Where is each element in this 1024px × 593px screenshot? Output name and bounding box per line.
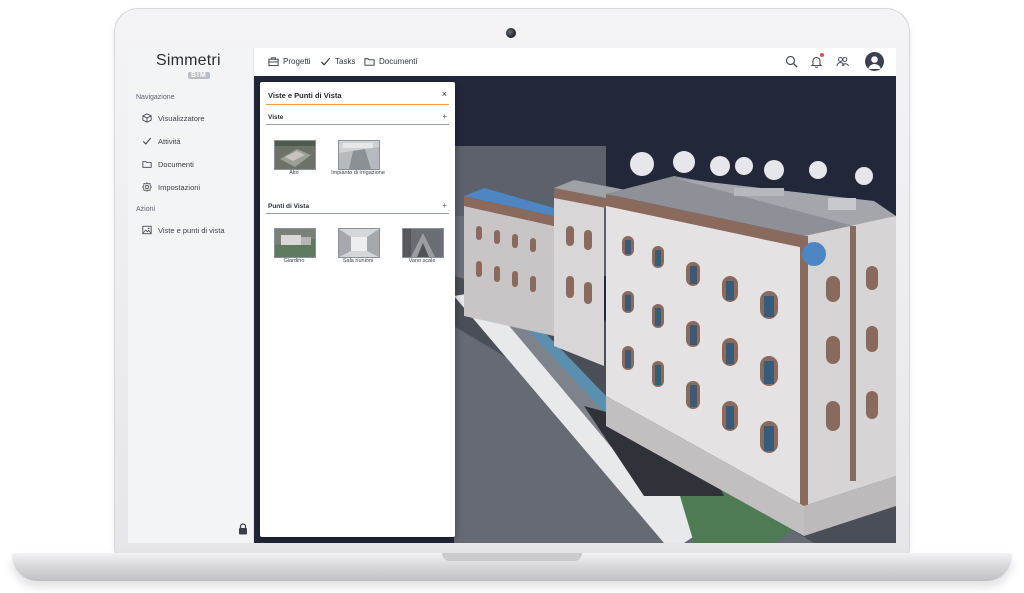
sidebar-item-label: Impostazioni <box>158 182 201 192</box>
check-icon <box>142 137 152 145</box>
logo-badge: BIM <box>188 72 210 79</box>
sidebar-item-attivita[interactable]: Attività <box>142 136 181 146</box>
sidebar-item-documenti[interactable]: Documenti <box>142 159 194 169</box>
briefcase-icon <box>268 57 279 67</box>
cube-icon <box>142 113 152 123</box>
section-navigation-label: Navigazione <box>136 94 175 101</box>
topbar-item-tasks[interactable]: Tasks <box>320 56 355 67</box>
sidebar-item-impostazioni[interactable]: Impostazioni <box>142 182 200 192</box>
sidebar-item-label: Documenti <box>158 159 194 169</box>
base-notch <box>442 553 582 561</box>
sidebar-item-label: Visualizzatore <box>158 113 205 123</box>
laptop-base <box>12 553 1012 581</box>
views-divider <box>266 124 449 125</box>
user-icon <box>868 56 881 69</box>
users-icon[interactable] <box>836 55 849 68</box>
view-thumbnail-alto[interactable] <box>274 140 316 170</box>
lock-icon[interactable] <box>238 523 248 535</box>
topbar-item-documenti[interactable]: Documenti <box>364 56 417 67</box>
points-group-label: Punti di Vista <box>268 203 310 210</box>
section-actions-label: Azioni <box>136 206 156 213</box>
viewpoint-caption: Vano scale <box>408 258 436 264</box>
view-preview-image <box>339 141 379 169</box>
avatar[interactable] <box>865 52 884 71</box>
gear-icon <box>142 182 152 192</box>
views-panel: Viste e Punti di Vista × Viste + Alto Im… <box>260 82 455 537</box>
app-screen: Simmetri BIM Navigazione Visualizzatore … <box>128 48 896 543</box>
viewpoint-thumbnail-vano-scale[interactable] <box>402 228 444 258</box>
top-bar: Progetti Tasks Documenti <box>254 48 896 77</box>
points-divider <box>266 213 449 214</box>
panel-title-underline <box>266 104 449 105</box>
notification-badge <box>820 53 824 57</box>
viewpoint-caption: Sala riunioni <box>342 258 374 264</box>
viewpoint-preview-image <box>339 229 379 257</box>
logo[interactable]: Simmetri BIM <box>156 52 221 79</box>
views-group-label: Viste <box>268 114 284 121</box>
topbar-item-label: Documenti <box>379 57 418 66</box>
topbar-item-label: Tasks <box>335 57 356 66</box>
webcam <box>506 28 516 38</box>
viewpoint-thumbnail-sala-riunioni[interactable] <box>338 228 380 258</box>
logo-text: Simmetri <box>156 52 221 69</box>
viewpoint-caption: Giardino <box>283 258 305 264</box>
sidebar: Simmetri BIM Navigazione Visualizzatore … <box>128 48 254 543</box>
viewpoint-preview-image <box>275 229 315 257</box>
folder-icon <box>364 58 375 66</box>
folder-icon <box>142 161 152 168</box>
panel-title: Viste e Punti di Vista <box>268 91 342 100</box>
close-icon[interactable]: × <box>442 89 447 99</box>
view-caption: Alto <box>289 170 299 176</box>
sidebar-item-label: Viste e punti di vista <box>158 225 225 235</box>
sidebar-item-viste[interactable]: Viste e punti di vista <box>142 225 225 235</box>
image-icon <box>142 225 152 235</box>
topbar-item-progetti[interactable]: Progetti <box>268 56 311 67</box>
check-icon <box>320 57 331 66</box>
view-caption: Impianto di irrigazione <box>331 170 385 176</box>
add-viewpoint-button[interactable]: + <box>442 201 447 210</box>
search-icon[interactable] <box>785 55 798 68</box>
sidebar-item-label: Attività <box>158 136 181 146</box>
topbar-item-label: Progetti <box>283 57 311 66</box>
add-view-button[interactable]: + <box>442 112 447 121</box>
viewpoint-preview-image <box>403 229 443 257</box>
view-thumbnail-irrigazione[interactable] <box>338 140 380 170</box>
sidebar-item-visualizzatore[interactable]: Visualizzatore <box>142 113 205 123</box>
view-preview-image <box>275 141 315 169</box>
viewpoint-thumbnail-giardino[interactable] <box>274 228 316 258</box>
